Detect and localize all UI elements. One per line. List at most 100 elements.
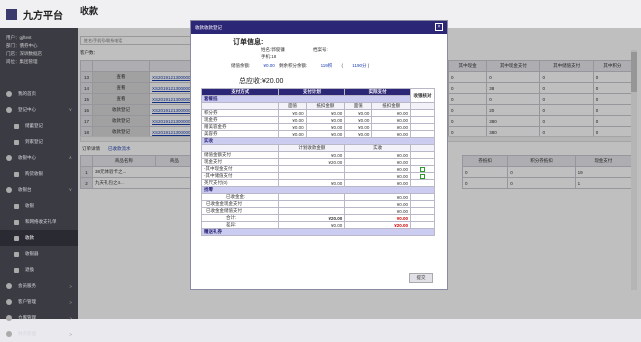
pay-plan: ¥0.00 xyxy=(278,151,346,159)
change-check xyxy=(410,200,435,208)
card-label: 档案号: xyxy=(313,47,328,52)
coupon-value: ¥0.00 xyxy=(305,109,346,117)
pay-check xyxy=(410,151,435,159)
change-row: 已收金金储值支付 ¥0.00 xyxy=(200,207,435,215)
pay-actual-input[interactable]: ¥0.00 xyxy=(344,158,411,166)
sidebar-item[interactable]: 购货收银 xyxy=(0,166,78,182)
user-line-2: 部门：債券中心 xyxy=(6,43,38,48)
coupon-value[interactable]: ¥0.00 xyxy=(344,116,373,124)
pay-plan: ¥0.00 xyxy=(278,179,346,187)
sidebar-item[interactable]: 储蓄登记 xyxy=(0,118,78,134)
sidebar-item[interactable]: 收银 xyxy=(0,198,78,214)
coupon-value: ¥0.00 xyxy=(305,123,346,131)
page-title: 收款 xyxy=(80,6,99,16)
checkbox[interactable] xyxy=(420,173,425,179)
close-icon[interactable]: × xyxy=(435,23,443,31)
coupon-label: 赠美容金券 xyxy=(200,123,280,131)
sidebar-item-label: 客户管理 xyxy=(18,299,36,304)
sidebar-item[interactable]: 到家登记 xyxy=(0,134,78,150)
change-label: 已收金金: xyxy=(200,193,280,201)
circle-icon xyxy=(6,283,12,289)
doc-icon xyxy=(14,219,19,225)
sidebar-item[interactable]: 会员服务 > xyxy=(0,278,78,294)
modal-header: 收款收款登记 xyxy=(191,21,447,34)
payment-modal: 收款收款登记 × 订单信息: 姓名:郭俊镰 档案号: 手机:18 储值余额: ¥… xyxy=(190,20,448,290)
balance-label: 储值余额: xyxy=(231,63,251,68)
sidebar-item[interactable]: 财务管理 > xyxy=(0,326,78,342)
plan-check xyxy=(410,144,435,152)
change-check xyxy=(410,214,435,222)
plan-blank xyxy=(200,144,280,152)
sidebar-item[interactable]: 仓库管理 > xyxy=(0,310,78,326)
dot-icon xyxy=(14,139,19,145)
pay-row: 英尺支付(0) ¥0.00 ¥0.00 xyxy=(200,179,435,187)
pay-check xyxy=(410,165,435,173)
section-change: 找零 xyxy=(201,186,435,194)
sidebar-item-label: 和网络收支礼单 xyxy=(25,219,57,224)
sidebar-item[interactable]: 客户管理 > xyxy=(0,294,78,310)
pay-plan xyxy=(278,172,346,180)
pay-plan xyxy=(278,165,346,173)
coupon-row: 现金券 ¥0.00 ¥0.00 ¥0.00 ¥0.00 xyxy=(200,116,435,124)
coupon-value: ¥0.00 xyxy=(278,130,307,138)
payment-table: 支付方式 支付计划 实际支付 收银核对 套餐抵 面值 抵扣金额 面值 抵扣金额 … xyxy=(200,88,435,236)
coupon-value[interactable]: ¥0.00 xyxy=(344,123,373,131)
due-value: ¥20.00 xyxy=(261,78,284,85)
chevron-icon: > xyxy=(69,315,72,321)
phone-label: 手机: xyxy=(261,54,272,59)
logo-bar: 九方平台 xyxy=(0,0,78,28)
paren-close: ) xyxy=(367,63,370,68)
pay-actual-input[interactable]: ¥0.00 xyxy=(344,179,411,187)
pay-actual-input[interactable]: ¥0.00 xyxy=(344,165,411,173)
doc-icon xyxy=(6,331,12,337)
checkbox[interactable] xyxy=(420,166,425,172)
coupon-value[interactable]: ¥0.00 xyxy=(371,109,411,117)
user-info: 用户：gjftest 部门：債券中心 门店：深圳数据店 岗位：集团管理 xyxy=(6,34,42,66)
coupon-row: 赠美容金券 ¥0.00 ¥0.00 ¥0.00 ¥0.00 xyxy=(200,123,435,131)
phone-value: 18 xyxy=(271,54,277,59)
submit-button[interactable]: 提交 xyxy=(409,273,433,283)
section-gift: 赠送礼券 xyxy=(201,228,435,236)
sidebar-item[interactable]: 登记中心 ∨ xyxy=(0,102,78,118)
name-label: 姓名: xyxy=(261,47,272,52)
change-plan xyxy=(278,200,346,208)
box-icon xyxy=(6,315,12,321)
user-line-3: 门店：深圳数据店 xyxy=(6,51,42,56)
pay-actual-input[interactable]: ¥0.00 xyxy=(344,172,411,180)
sidebar-item[interactable]: 收款 xyxy=(0,230,78,246)
change-check xyxy=(410,221,435,229)
pay-label: 现金支付 xyxy=(200,158,280,166)
sidebar-item[interactable]: 收银器 xyxy=(0,246,78,262)
sidebar-item-label: 储蓄登记 xyxy=(25,123,43,128)
chevron-icon: > xyxy=(69,331,72,337)
pay-check xyxy=(410,158,435,166)
balance-value: ¥0.00 xyxy=(263,63,275,68)
coupon-label: 美容券 xyxy=(200,130,280,138)
sidebar-item[interactable]: 收银台 ∨ xyxy=(0,182,78,198)
sidebar-item[interactable]: 和网络收支礼单 xyxy=(0,214,78,230)
coupon-value[interactable]: ¥0.00 xyxy=(371,123,411,131)
sidebar-item[interactable]: 我的首页 xyxy=(0,86,78,102)
coupon-value[interactable]: ¥0.00 xyxy=(344,130,373,138)
sidebar-item[interactable]: 收银中心 ∧ xyxy=(0,150,78,166)
logo-icon xyxy=(6,8,17,20)
pay-actual-input[interactable]: ¥0.00 xyxy=(344,151,411,159)
coupon-check xyxy=(410,109,435,117)
pay-row: -其中储值支付 ¥0.00 xyxy=(200,172,435,180)
pay-method-header: 支付方式 xyxy=(200,88,280,96)
coupon-value[interactable]: ¥0.00 xyxy=(344,109,373,117)
sidebar-item-label: 退換 xyxy=(25,267,34,272)
change-plan xyxy=(278,193,346,201)
doc-icon xyxy=(14,235,19,241)
sub-blank xyxy=(200,102,280,110)
coupon-value[interactable]: ¥0.00 xyxy=(371,130,411,138)
coupon-value: ¥0.00 xyxy=(278,123,307,131)
sidebar-item-label: 我的首页 xyxy=(18,91,36,96)
pay-check xyxy=(410,172,435,180)
modal-title: 收款收款登记 xyxy=(195,24,222,30)
dot-icon xyxy=(14,123,19,129)
sidebar-item-label: 收银 xyxy=(25,203,34,208)
coupon-value[interactable]: ¥0.00 xyxy=(371,116,411,124)
sidebar-item[interactable]: 退換 xyxy=(0,262,78,278)
chevron-icon: ∨ xyxy=(68,107,72,112)
